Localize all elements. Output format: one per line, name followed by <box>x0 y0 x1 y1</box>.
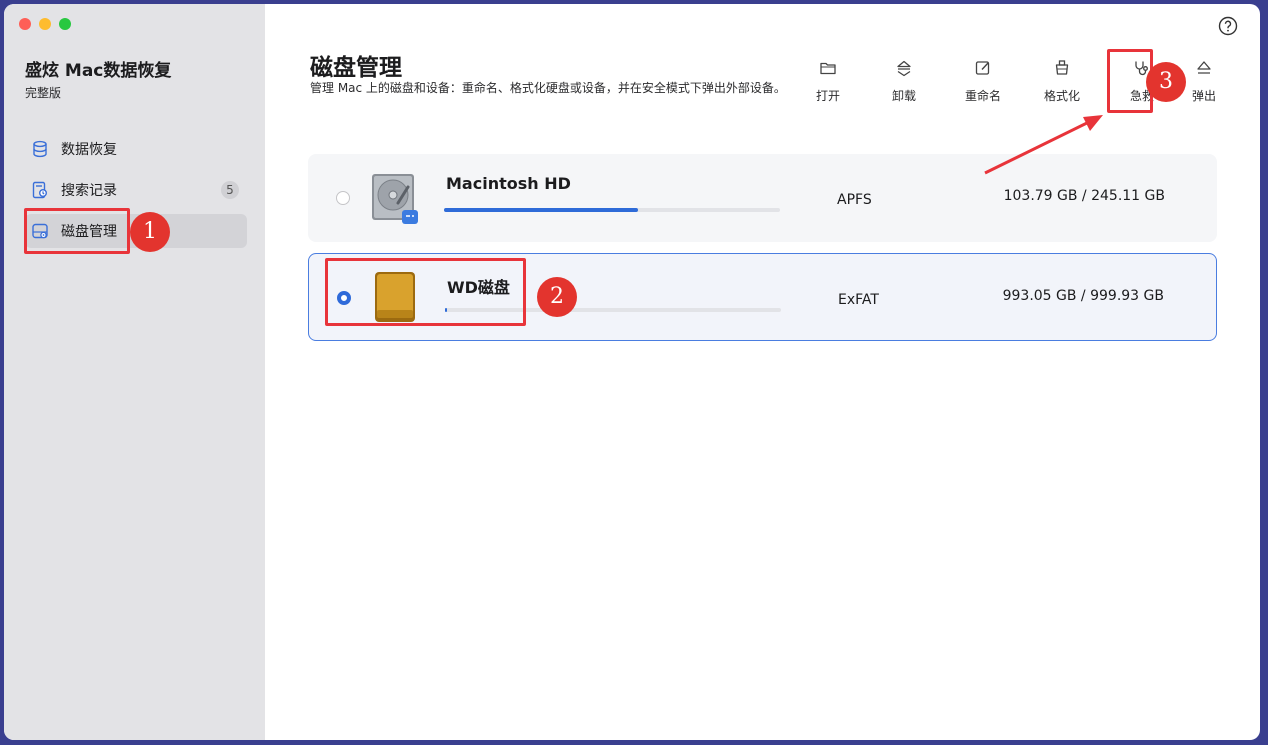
close-window-button[interactable] <box>19 18 31 30</box>
help-icon[interactable] <box>1218 16 1238 36</box>
annotation-box-sidebar <box>24 208 130 254</box>
annotation-badge-1: 1 <box>130 212 170 252</box>
format-label: 格式化 <box>1043 89 1080 103</box>
search-history-count-badge: 5 <box>221 181 239 199</box>
annotation-box-disk <box>325 258 526 326</box>
eject-label: 弹出 <box>1191 89 1216 103</box>
sidebar-item-label: 搜索记录 <box>61 183 117 199</box>
minimize-window-button[interactable] <box>39 18 51 30</box>
sidebar-item-label: 数据恢复 <box>61 142 117 158</box>
sidebar: 盛炫 Mac数据恢复 完整版 数据恢复 搜索记录 5 磁盘管理 <box>4 4 265 740</box>
unmount-button[interactable]: 卸载 <box>874 59 934 104</box>
disk-usage-fill <box>444 208 638 212</box>
annotation-arrow <box>984 115 1103 175</box>
database-icon <box>33 140 47 158</box>
folder-open-icon <box>820 62 836 75</box>
internal-hard-drive-icon <box>372 174 418 224</box>
eject-icon <box>1197 61 1211 74</box>
disk-usage-bar <box>444 208 780 212</box>
rename-button[interactable]: 重命名 <box>953 59 1013 104</box>
rename-edit-icon <box>975 61 990 75</box>
disk-capacity: 103.79 GB / 245.11 GB <box>1003 188 1165 204</box>
page-subtitle: 管理 Mac 上的磁盘和设备：重命名、格式化硬盘或设备，并在安全模式下弹出外部设… <box>310 81 786 95</box>
search-history-icon <box>32 181 47 199</box>
sidebar-item-data-recovery[interactable]: 数据恢复 <box>25 132 247 166</box>
unmount-label: 卸载 <box>891 89 916 103</box>
window-controls <box>19 18 71 30</box>
annotation-badge-3: 3 <box>1146 62 1186 102</box>
open-label: 打开 <box>815 89 840 103</box>
page-title: 磁盘管理 <box>310 55 402 81</box>
format-broom-icon <box>1055 60 1069 75</box>
disk-select-radio[interactable] <box>336 191 350 205</box>
maximize-window-button[interactable] <box>59 18 71 30</box>
disk-name: Macintosh HD <box>446 174 571 193</box>
disk-capacity: 993.05 GB / 999.93 GB <box>1002 288 1164 304</box>
open-button[interactable]: 打开 <box>798 59 858 104</box>
format-button[interactable]: 格式化 <box>1032 59 1092 104</box>
app-window: 盛炫 Mac数据恢复 完整版 数据恢复 搜索记录 5 磁盘管理 磁盘管理 管理 … <box>4 4 1260 740</box>
sidebar-item-search-history[interactable]: 搜索记录 5 <box>25 173 247 207</box>
rename-label: 重命名 <box>964 89 1001 103</box>
annotation-badge-2: 2 <box>537 277 577 317</box>
disk-filesystem: ExFAT <box>838 292 879 308</box>
unmount-icon <box>897 60 911 77</box>
app-edition: 完整版 <box>25 86 62 100</box>
app-title: 盛炫 Mac数据恢复 <box>25 61 172 81</box>
disk-filesystem: APFS <box>837 192 872 208</box>
